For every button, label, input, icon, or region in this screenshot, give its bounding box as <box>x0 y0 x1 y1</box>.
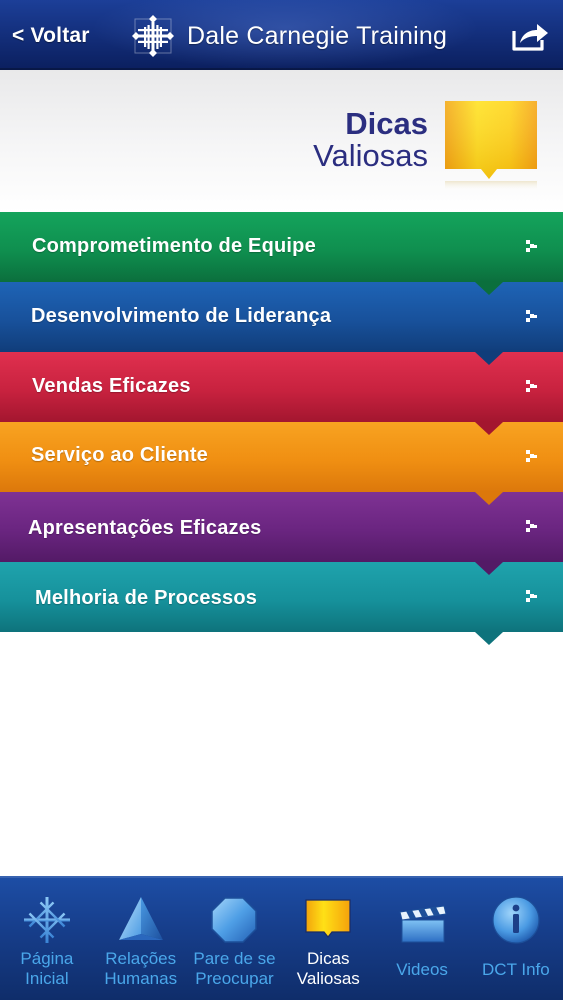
tab-label: Videos <box>396 960 448 979</box>
pyramid-icon <box>118 897 163 940</box>
info-icon <box>492 896 540 944</box>
tab-label: Relações Humanas <box>104 949 178 988</box>
chevron-right-icon <box>526 240 537 252</box>
home-logo-icon <box>23 897 70 943</box>
category-label: Melhoria de Processos <box>35 587 258 609</box>
page-title-primary: Dicas <box>345 106 428 141</box>
tab-label: Pare de se Preocupar <box>193 949 276 988</box>
brand-name: Dale Carnegie Training <box>187 21 448 50</box>
ribbon-notch <box>475 422 503 435</box>
octagon-icon <box>211 897 258 943</box>
brand: Dale Carnegie Training <box>130 14 447 58</box>
tab-label: Dicas Valiosas <box>296 949 360 988</box>
chevron-right-icon <box>526 590 537 602</box>
page-title: Dicas Valiosas <box>313 108 428 172</box>
speech-bubble-icon <box>445 101 537 191</box>
ribbon-notch <box>475 352 503 365</box>
speech-bubble-icon <box>305 899 351 938</box>
dale-carnegie-logo-icon <box>132 15 174 57</box>
tab-relacoes-humanas[interactable]: Relações Humanas <box>94 876 188 1000</box>
share-icon[interactable] <box>510 20 550 52</box>
bottom-tab-bar: Página Inicial Relações Humanas Pare de … <box>0 876 563 1000</box>
category-label: Vendas Eficazes <box>32 375 191 397</box>
category-label: Serviço ao Cliente <box>31 444 208 466</box>
ribbon-notch <box>475 632 503 645</box>
chevron-right-icon <box>526 520 537 532</box>
category-label: Apresentações Eficazes <box>28 517 262 539</box>
section-hero: Dicas Valiosas <box>0 70 563 212</box>
tab-dicas-valiosas[interactable]: Dicas Valiosas <box>281 876 375 1000</box>
ribbon-notch <box>475 562 503 575</box>
tab-label: Página Inicial <box>20 949 74 988</box>
top-nav-bar: < Voltar Dale Carnegie Training <box>0 0 563 70</box>
tab-pagina-inicial[interactable]: Página Inicial <box>0 876 94 1000</box>
clapperboard-icon <box>399 905 447 943</box>
category-list: Comprometimento de Equipe Desenvolviment… <box>0 212 563 645</box>
tab-dct-info[interactable]: DCT Info <box>469 876 563 1000</box>
tab-label: DCT Info <box>482 960 550 979</box>
chevron-right-icon <box>526 380 537 392</box>
tab-pare-de-se-preocupar[interactable]: Pare de se Preocupar <box>188 876 282 1000</box>
category-label: Desenvolvimento de Liderança <box>31 305 332 327</box>
back-button[interactable]: < Voltar <box>12 24 90 48</box>
page-title-secondary: Valiosas <box>313 138 428 173</box>
ribbon-notch <box>475 282 503 295</box>
tab-videos[interactable]: Videos <box>375 876 469 1000</box>
chevron-right-icon <box>526 450 537 462</box>
category-item-comprometimento[interactable]: Comprometimento de Equipe <box>0 212 563 295</box>
ribbon-notch <box>475 492 503 505</box>
chevron-right-icon <box>526 310 537 322</box>
category-label: Comprometimento de Equipe <box>32 235 316 257</box>
